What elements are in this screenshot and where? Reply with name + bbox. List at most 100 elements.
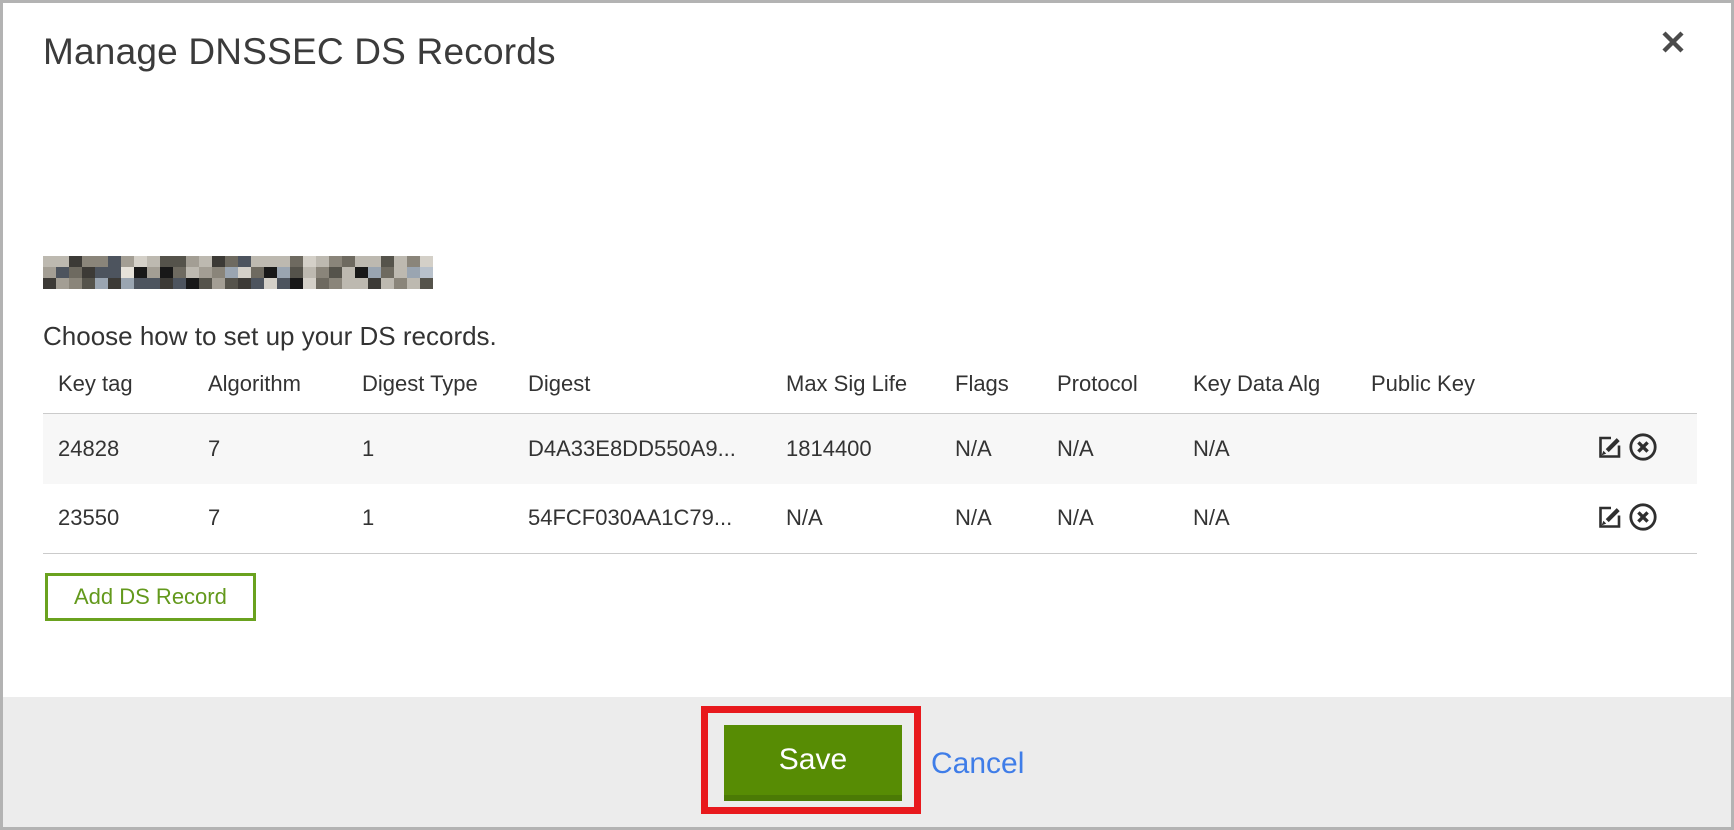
redaction-pixel [121,267,134,278]
table-cell: 7 [193,484,347,554]
table-cell [1356,414,1581,484]
table-cell: N/A [1042,484,1178,554]
edit-record-icon[interactable] [1595,502,1625,535]
redaction-pixel [342,278,355,289]
table-cell: N/A [1178,414,1356,484]
redaction-pixel [251,256,264,267]
table-cell: D4A33E8DD550A9... [513,414,771,484]
instruction-text: Choose how to set up your DS records. [43,321,497,352]
redaction-pixel [355,267,368,278]
edit-record-icon[interactable] [1595,432,1625,465]
manage-dnssec-dialog: Manage DNSSEC DS Records Choose how to s… [0,0,1734,830]
redaction-pixel [56,256,69,267]
column-header: Max Sig Life [771,367,940,414]
redaction-pixel [264,267,277,278]
column-header: Flags [940,367,1042,414]
column-header: Algorithm [193,367,347,414]
table-cell: 24828 [43,414,193,484]
redaction-pixel [147,278,160,289]
redaction-pixel [264,256,277,267]
redaction-pixel [225,278,238,289]
redaction-pixel [394,278,407,289]
redaction-pixel [199,278,212,289]
redaction-pixel [225,256,238,267]
redaction-pixel [212,267,225,278]
redaction-pixel [69,267,82,278]
column-header: Public Key [1356,367,1581,414]
redaction-pixel [108,256,121,267]
redaction-pixel [238,278,251,289]
cancel-link[interactable]: Cancel [931,747,1024,781]
redaction-pixel [368,256,381,267]
redaction-pixel [407,256,420,267]
redaction-pixel [69,278,82,289]
redaction-pixel [355,278,368,289]
table-cell: 7 [193,414,347,484]
domain-name-redacted [43,256,433,289]
save-button[interactable]: Save [724,725,902,801]
column-header: Key Data Alg [1178,367,1356,414]
table-cell: 23550 [43,484,193,554]
redaction-pixel [43,256,56,267]
column-header: Key tag [43,367,193,414]
redaction-pixel [43,267,56,278]
redaction-pixel [186,267,199,278]
delete-record-icon[interactable] [1627,431,1659,466]
redaction-pixel [329,278,342,289]
table-header-row: Key tagAlgorithmDigest TypeDigestMax Sig… [43,367,1697,414]
redaction-pixel [134,267,147,278]
redaction-pixel [303,267,316,278]
redaction-pixel [277,278,290,289]
redaction-pixel [251,267,264,278]
redaction-pixel [290,267,303,278]
redaction-pixel [238,267,251,278]
redaction-pixel [316,267,329,278]
redaction-pixel [108,278,121,289]
redaction-pixel [368,267,381,278]
redaction-pixel [212,256,225,267]
dialog-footer: Save Cancel [3,697,1731,827]
redaction-pixel [420,267,433,278]
redaction-pixel [69,256,82,267]
table-cell: N/A [940,484,1042,554]
table-cell: N/A [1178,484,1356,554]
table-cell: 54FCF030AA1C79... [513,484,771,554]
redaction-pixel [43,278,56,289]
close-button[interactable] [1655,25,1691,61]
table-row: 235507154FCF030AA1C79...N/AN/AN/AN/A [43,484,1697,554]
add-ds-record-button[interactable]: Add DS Record [45,573,256,621]
table-cell: N/A [771,484,940,554]
redaction-pixel [316,278,329,289]
redaction-pixel [238,256,251,267]
redaction-pixel [95,256,108,267]
redaction-pixel [303,278,316,289]
redaction-pixel [82,278,95,289]
redaction-pixel [108,267,121,278]
redaction-pixel [407,267,420,278]
redaction-pixel [277,267,290,278]
redaction-pixel [329,267,342,278]
redaction-pixel [56,267,69,278]
redaction-pixel [381,256,394,267]
redaction-pixel [82,256,95,267]
redaction-pixel [420,278,433,289]
table-cell: 1 [347,484,513,554]
redaction-pixel [160,256,173,267]
redaction-pixel [290,256,303,267]
delete-record-icon[interactable] [1627,501,1659,536]
row-actions [1581,414,1697,484]
redaction-pixel [160,267,173,278]
redaction-pixel [394,267,407,278]
column-header: Digest [513,367,771,414]
column-header: Digest Type [347,367,513,414]
redaction-pixel [251,278,264,289]
page-title: Manage DNSSEC DS Records [43,31,556,73]
redaction-pixel [95,278,108,289]
redaction-pixel [173,267,186,278]
redaction-pixel [355,256,368,267]
redaction-pixel [277,256,290,267]
close-icon [1657,26,1689,61]
redaction-pixel [147,267,160,278]
redaction-pixel [147,256,160,267]
redaction-pixel [368,278,381,289]
